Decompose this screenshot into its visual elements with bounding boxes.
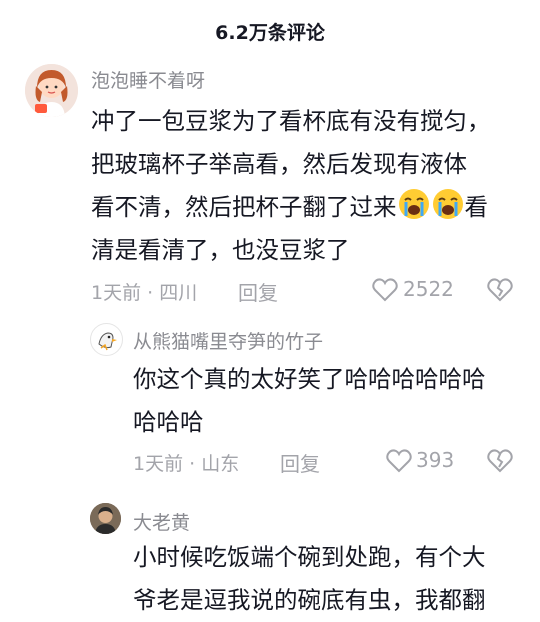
reply-comment-item: 大老黄 小时候吃饭端个碗到处跑，有个大 爷老是逗我说的碗底有虫，我都翻 [0,0,540,614]
avatar[interactable] [90,503,121,534]
comment-text: 小时候吃饭端个碗到处跑，有个大 爷老是逗我说的碗底有虫，我都翻 [133,536,533,622]
comment-username[interactable]: 大老黄 [133,508,190,535]
comment-line: 爷老是逗我说的碗底有虫，我都翻 [133,586,486,614]
comment-line: 小时候吃饭端个碗到处跑，有个大 [133,543,486,571]
